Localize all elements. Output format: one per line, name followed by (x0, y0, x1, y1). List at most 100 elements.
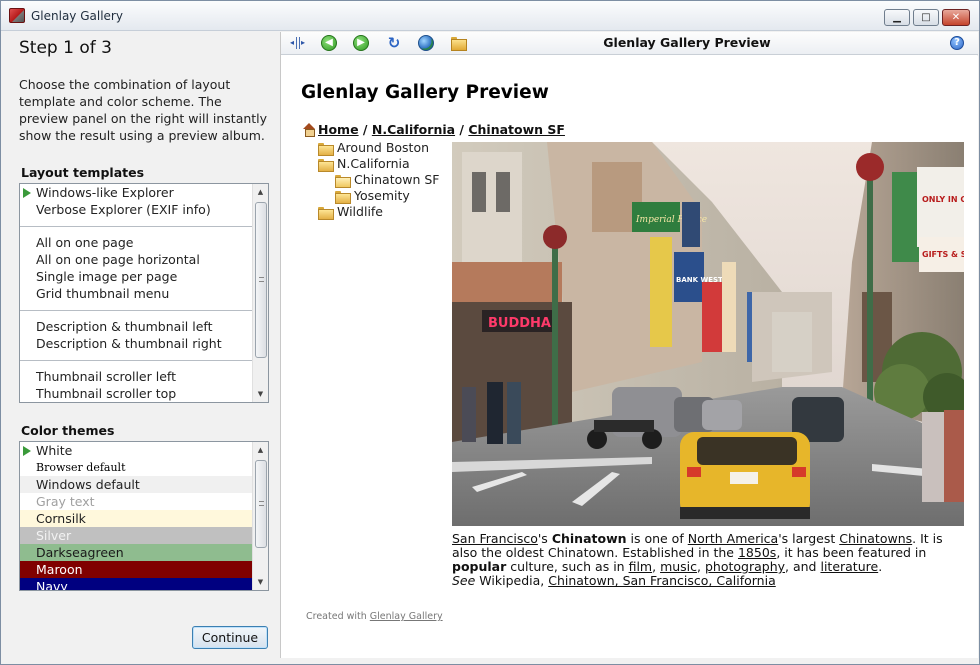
layout-templates-list[interactable]: Windows-like Explorer Verbose Explorer (… (19, 183, 269, 403)
wizard-sidebar: Step 1 of 3 Choose the combination of la… (9, 32, 279, 658)
preview-title: Glenlay Gallery Preview (301, 82, 549, 103)
caption-text: culture, such as in (506, 559, 629, 574)
close-button[interactable]: ✕ (942, 9, 970, 26)
layout-templates-label: Layout templates (21, 165, 145, 180)
color-theme-item[interactable]: Navy (20, 578, 252, 590)
tree-label: Around Boston (337, 140, 430, 155)
caption-bold: Chinatown (551, 531, 627, 546)
glenlay-gallery-link[interactable]: Glenlay Gallery (370, 611, 443, 622)
back-icon[interactable]: ◀ (321, 35, 337, 51)
link-1850s[interactable]: 1850s (738, 545, 776, 560)
home-icon[interactable] (302, 123, 316, 137)
color-theme-item[interactable]: Maroon (20, 561, 252, 578)
caption-text: Wikipedia, (475, 573, 549, 588)
link-literature[interactable]: literature (820, 559, 878, 574)
maximize-icon: □ (921, 12, 931, 23)
layout-item[interactable]: All on one page (20, 234, 252, 251)
open-folder-icon (335, 175, 351, 188)
link-music[interactable]: music (660, 559, 697, 574)
chinatown-street-photo: BUDDHA Imperial Palace BANK WEST ONLY IN… (452, 142, 964, 526)
color-theme-item[interactable]: White (20, 442, 252, 459)
scroll-down-icon[interactable]: ▼ (253, 574, 268, 590)
layout-list-scrollbar[interactable]: ▲ ▼ (252, 184, 268, 402)
color-theme-item[interactable]: Browser default (20, 459, 252, 476)
link-photography[interactable]: photography (705, 559, 785, 574)
scroll-thumb[interactable] (255, 460, 267, 548)
globe-icon[interactable] (418, 35, 434, 51)
caption-text: 's (537, 531, 552, 546)
only-in-chinatown-sign: ONLY IN CHINATOWN INC. (922, 195, 964, 204)
caption-text: , (652, 559, 661, 574)
breadcrumb-chinatown[interactable]: Chinatown SF (468, 122, 565, 137)
album-photo[interactable]: BUDDHA Imperial Palace BANK WEST ONLY IN… (452, 142, 964, 526)
preview-panel: ◂ ▸ ◀ ▶ ↻ Glenlay Gallery Preview ? Glenl… (280, 32, 978, 658)
color-theme-item[interactable]: Silver (20, 527, 252, 544)
tree-label: Yosemity (354, 188, 410, 203)
step-description: Choose the combination of layout templat… (19, 77, 268, 143)
forward-icon[interactable]: ▶ (353, 35, 369, 51)
scroll-up-icon[interactable]: ▲ (253, 184, 268, 200)
link-chinatowns[interactable]: Chinatowns (839, 531, 912, 546)
layout-item[interactable]: Thumbnail scroller left (20, 368, 252, 385)
tree-label: N.California (337, 156, 410, 171)
preview-content: Glenlay Gallery Preview Home / N.Califor… (281, 56, 978, 658)
tree-label: Chinatown SF (354, 172, 440, 187)
color-theme-item[interactable]: Cornsilk (20, 510, 252, 527)
color-theme-item[interactable]: Windows default (20, 476, 252, 493)
layout-item[interactable]: Grid thumbnail menu (20, 285, 252, 302)
gifts-sign: GIFTS & SOUVEN (922, 250, 964, 259)
link-san-francisco[interactable]: San Francisco (452, 531, 538, 546)
refresh-icon[interactable]: ↻ (386, 35, 402, 51)
breadcrumb-home[interactable]: Home (318, 122, 359, 137)
continue-button[interactable]: Continue (192, 626, 268, 649)
color-theme-item[interactable]: Darkseagreen (20, 544, 252, 561)
breadcrumb-separator: / (362, 122, 368, 137)
created-with-footer: Created with Glenlay Gallery (306, 611, 443, 622)
minimize-button[interactable]: ▁ (884, 9, 910, 26)
app-icon (9, 8, 25, 23)
color-list-scrollbar[interactable]: ▲ ▼ (252, 442, 268, 590)
layout-item[interactable]: Description & thumbnail left (20, 318, 252, 335)
caption-text: 's largest (778, 531, 840, 546)
color-theme-item[interactable]: Gray text (20, 493, 252, 510)
minimize-icon: ▁ (893, 12, 901, 23)
title-bar: Glenlay Gallery ▁ □ ✕ (1, 1, 979, 31)
layout-item[interactable]: All on one page horizontal (20, 251, 252, 268)
link-film[interactable]: film (629, 559, 653, 574)
folder-icon (335, 191, 351, 204)
open-folder-icon[interactable] (450, 35, 467, 51)
scroll-down-icon[interactable]: ▼ (253, 386, 268, 402)
buddha-sign: BUDDHA (488, 316, 551, 331)
close-icon: ✕ (951, 12, 961, 23)
preview-toolbar: ◂ ▸ ◀ ▶ ↻ Glenlay Gallery Preview ? (281, 32, 978, 55)
toolbar-title: Glenlay Gallery Preview (603, 35, 771, 50)
caption-italic: See (452, 573, 476, 588)
layout-item[interactable]: Description & thumbnail right (20, 335, 252, 352)
window-title: Glenlay Gallery (31, 9, 123, 23)
folder-icon (318, 159, 334, 172)
maximize-button[interactable]: □ (913, 9, 939, 26)
link-north-america[interactable]: North America (688, 531, 779, 546)
layout-item[interactable]: Single image per page (20, 268, 252, 285)
color-themes-list[interactable]: White Browser default Windows default Gray … (19, 441, 269, 591)
help-icon[interactable]: ? (950, 36, 964, 50)
breadcrumb-n-california[interactable]: N.California (372, 122, 455, 137)
link-wikipedia-chinatown[interactable]: Chinatown, San Francisco, California (548, 573, 776, 588)
layout-item[interactable]: Windows-like Explorer (20, 184, 252, 201)
caption-text: , it has been featured in (776, 545, 927, 560)
folder-icon (318, 143, 334, 156)
split-icon[interactable]: ◂ ▸ (290, 35, 306, 51)
scroll-thumb[interactable] (255, 202, 267, 358)
app-window: Glenlay Gallery ▁ □ ✕ Step 1 of 3 Choose… (0, 0, 980, 665)
caption-text: , and (785, 559, 821, 574)
scroll-up-icon[interactable]: ▲ (253, 442, 268, 458)
caption-text: , (697, 559, 705, 574)
photo-caption: San Francisco's Chinatown is one of Nort… (452, 532, 964, 588)
caption-text: . (878, 559, 883, 574)
tree-label: Wildlife (337, 204, 384, 219)
layout-item[interactable]: Thumbnail scroller top (20, 385, 252, 402)
layout-item[interactable]: Verbose Explorer (EXIF info) (20, 201, 252, 218)
